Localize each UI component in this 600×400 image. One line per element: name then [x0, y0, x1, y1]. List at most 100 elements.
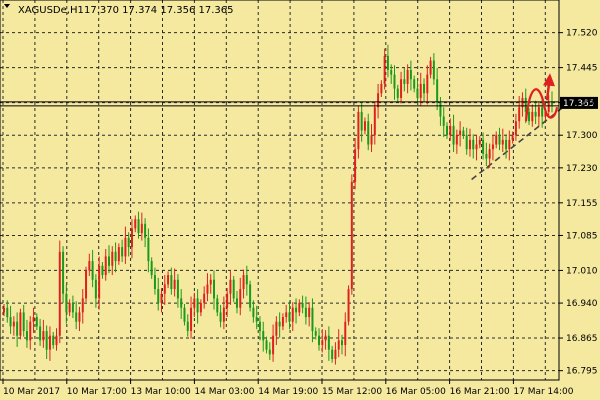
candle-bear: [52, 335, 55, 346]
candle-bull: [190, 307, 193, 332]
candle-bull: [222, 307, 225, 322]
candle-bull: [380, 83, 383, 94]
candle-bull: [488, 149, 491, 159]
candle-bear: [45, 331, 48, 350]
candle-bear: [265, 340, 268, 350]
y-tick-label: 17.085: [566, 231, 598, 241]
candle-bear: [196, 298, 199, 313]
candle-bear: [482, 139, 485, 154]
candle-bull: [370, 135, 373, 145]
y-tick-label: 16.795: [566, 367, 598, 377]
price-chart[interactable]: 17.365 17.520 17.445 17.370 17.300 17.230 17.…: [0, 0, 600, 400]
candle-bull: [275, 321, 278, 336]
candle-bear: [416, 88, 419, 98]
candle-bear: [6, 307, 9, 318]
candle-bear: [498, 135, 501, 145]
candle-bear: [219, 312, 222, 322]
candle-bear: [39, 326, 42, 341]
candle-bull: [239, 289, 242, 308]
candle-bear: [528, 111, 531, 122]
candle-bull: [226, 293, 229, 308]
x-tick-label: 17 Mar 14:00: [513, 387, 573, 397]
candle-bear: [108, 256, 111, 266]
candle-bull: [199, 303, 202, 313]
candle-bull: [514, 121, 517, 136]
candle-bull: [406, 69, 409, 84]
candle-bear: [114, 251, 117, 262]
candle-bull: [209, 279, 212, 285]
candle-bull: [160, 293, 163, 304]
candle-bull: [281, 317, 284, 327]
candle-bull: [491, 144, 494, 150]
y-tick-label: 17.520: [566, 29, 598, 39]
candle-bear: [445, 125, 448, 136]
candle-bear: [127, 237, 130, 248]
candle-bull: [98, 265, 101, 299]
candle-bull: [495, 135, 498, 145]
candle-bear: [485, 153, 488, 159]
chart-canvas[interactable]: 17.365 17.52017.44517.37017.30017.23017.…: [0, 0, 600, 400]
candle-bull: [334, 349, 337, 360]
y-tick-label: 17.155: [566, 199, 598, 209]
candle-bear: [213, 279, 216, 299]
candle-bear: [75, 312, 78, 322]
candle-bear: [22, 312, 25, 332]
candle-bear: [278, 321, 281, 327]
candle-bull: [42, 331, 45, 341]
candle-bear: [121, 247, 124, 257]
candle-bear: [94, 279, 97, 299]
candle-bear: [101, 265, 104, 276]
candle-bear: [144, 223, 147, 238]
candle-bear: [245, 275, 248, 285]
candle-bull: [272, 335, 275, 355]
candle-bear: [25, 331, 28, 341]
candle-bear: [180, 298, 183, 308]
candle-bull: [163, 284, 166, 294]
candle-bull: [468, 139, 471, 150]
candle-bull: [449, 125, 452, 136]
candle-bull: [58, 251, 61, 336]
candle-bull: [426, 74, 429, 94]
candle-bull: [12, 321, 15, 327]
candle-bear: [295, 307, 298, 313]
candle-bull: [354, 149, 357, 182]
candle-bear: [153, 275, 156, 290]
candle-bear: [551, 102, 553, 105]
candle-bull: [377, 93, 380, 108]
candle-bear: [16, 321, 19, 336]
candle-bull: [547, 102, 550, 112]
candle-bear: [541, 107, 544, 117]
candle-bear: [9, 317, 12, 327]
candle-bull: [308, 307, 311, 318]
candle-bear: [331, 349, 334, 360]
candle-bull: [206, 284, 209, 294]
candle-bear: [249, 284, 252, 308]
candle-bear: [91, 261, 94, 280]
candle-bear: [386, 55, 389, 70]
candle-bear: [403, 79, 406, 84]
x-tick-label: 16 Mar 05:00: [386, 387, 446, 397]
candle-bull: [55, 335, 58, 346]
candle-bear: [409, 69, 412, 80]
candle-bull: [291, 307, 294, 322]
candle-bull: [383, 55, 386, 84]
candle-bull: [285, 312, 288, 318]
candle-bear: [439, 102, 442, 117]
candle-bear: [147, 237, 150, 262]
candle-bull: [298, 303, 301, 313]
candle-bull: [68, 303, 71, 313]
candle-bear: [255, 317, 258, 322]
candle-bull: [3, 307, 5, 313]
candle-bull: [29, 321, 32, 341]
candle-bear: [327, 335, 330, 350]
y-tick-label: 17.445: [566, 64, 598, 74]
chart-background: [0, 0, 600, 400]
candle-bear: [35, 317, 38, 327]
candle-bull: [134, 219, 137, 229]
candle-bull: [104, 256, 107, 276]
candle-bear: [465, 135, 468, 150]
candle-bear: [432, 60, 435, 80]
candle-bull: [193, 298, 196, 308]
candle-bull: [478, 139, 481, 145]
candle-bull: [518, 107, 521, 122]
